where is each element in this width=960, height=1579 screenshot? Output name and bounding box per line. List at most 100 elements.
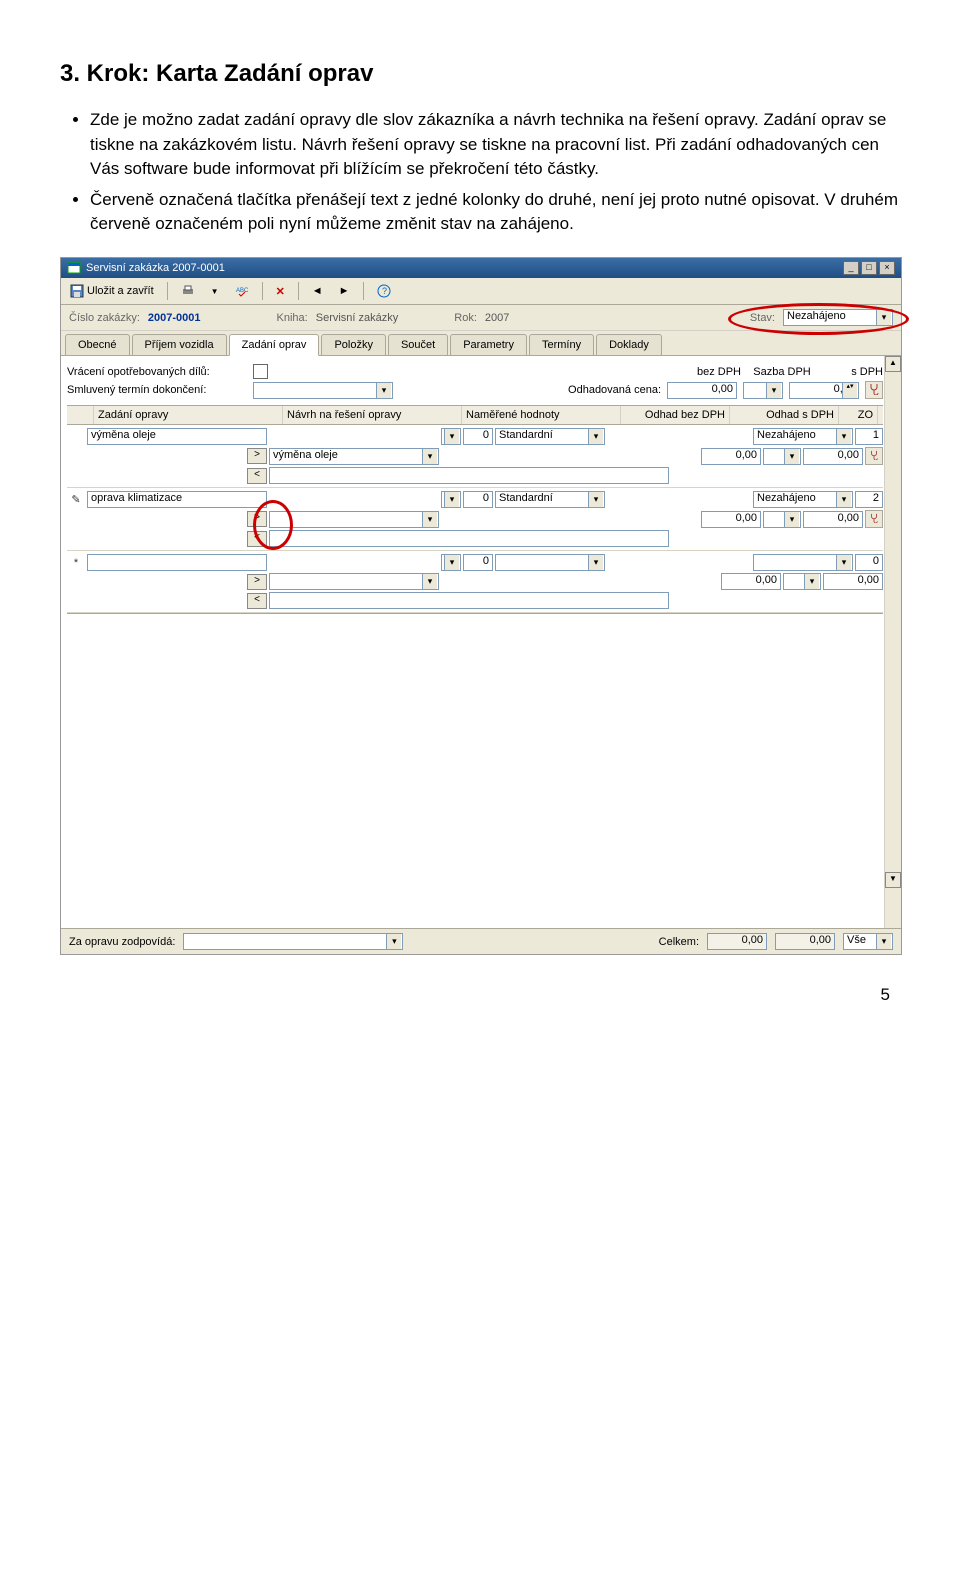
row-marker: ✎ xyxy=(67,493,85,506)
row-marker-new: * xyxy=(67,557,85,569)
namerene-num[interactable]: 0 xyxy=(463,491,493,508)
maximize-button[interactable]: □ xyxy=(861,261,877,275)
row-odhad-bez[interactable]: 0,00 xyxy=(701,511,761,528)
tab-soucet[interactable]: Součet xyxy=(388,334,448,355)
copy-right-button[interactable]: > xyxy=(247,448,267,464)
scroll-up-icon[interactable]: ▲ xyxy=(885,356,901,372)
toolbar-separator xyxy=(298,282,299,300)
row-status-dd[interactable] xyxy=(753,554,853,571)
tab-polozky[interactable]: Položky xyxy=(321,334,386,355)
copy-left-button[interactable]: < xyxy=(247,468,267,484)
navrh-extra-input[interactable] xyxy=(269,530,669,547)
vertical-scrollbar[interactable]: ▲ ▼ xyxy=(884,356,901,928)
navrh-input[interactable]: výměna oleje xyxy=(269,448,439,465)
namerene-num[interactable]: 0 xyxy=(463,428,493,445)
estimated-sazba[interactable]: 0 xyxy=(743,382,783,399)
namerene-select[interactable]: Standardní xyxy=(495,428,605,445)
zadani-input[interactable]: oprava klimatizace xyxy=(87,491,267,508)
app-icon xyxy=(67,261,81,275)
help-icon: ? xyxy=(377,284,391,298)
year-value: 2007 xyxy=(485,312,509,324)
col-odhad-s: Odhad s DPH xyxy=(730,406,839,424)
help-button[interactable]: ? xyxy=(372,281,396,301)
book-value: Servisní zakázky xyxy=(316,312,399,324)
zadani-input[interactable]: výměna oleje xyxy=(87,428,267,445)
navrh-input[interactable] xyxy=(269,511,439,528)
save-close-button[interactable]: Uložit a zavřít xyxy=(65,281,159,301)
navrh-extra-input[interactable] xyxy=(269,592,669,609)
row-odhad-s[interactable]: 0,00 xyxy=(823,573,883,590)
tab-prijem-vozidla[interactable]: Příjem vozidla xyxy=(132,334,227,355)
doc-bullet-list: Zde je možno zadat zadání opravy dle slo… xyxy=(90,108,900,237)
delete-button[interactable]: ✕ xyxy=(271,282,290,301)
return-parts-checkbox[interactable] xyxy=(253,364,268,379)
row-diag-button[interactable] xyxy=(865,447,883,465)
navrh-input[interactable] xyxy=(269,573,439,590)
minimize-button[interactable]: _ xyxy=(843,261,859,275)
namerene-select[interactable] xyxy=(495,554,605,571)
row-status-dd[interactable]: Nezahájeno xyxy=(753,491,853,508)
status-dropdown[interactable]: Nezahájeno xyxy=(783,309,893,326)
toolbar-separator xyxy=(167,282,168,300)
diagnostic-button[interactable] xyxy=(865,381,883,399)
chevron-down-icon: ▼ xyxy=(211,287,219,296)
x-icon: ✕ xyxy=(276,285,285,298)
tab-doklady[interactable]: Doklady xyxy=(596,334,662,355)
row-odhad-bez[interactable]: 0,00 xyxy=(701,448,761,465)
estimated-s-dph[interactable]: 0,00 xyxy=(789,382,859,399)
row-status-dd[interactable]: Nezahájeno xyxy=(753,428,853,445)
total-bez-dph: 0,00 xyxy=(707,933,767,950)
row-sazba[interactable]: 19 xyxy=(763,448,801,465)
row-odhad-s[interactable]: 0,00 xyxy=(803,448,863,465)
doc-bullet-2: Červeně označená tlačítka přenášejí text… xyxy=(90,188,900,237)
prev-button[interactable]: ◄ xyxy=(307,282,328,300)
print-icon xyxy=(181,284,195,298)
titlebar: Servisní zakázka 2007-0001 _ □ × xyxy=(61,258,901,278)
copy-left-button[interactable]: < xyxy=(247,531,267,547)
svg-text:?: ? xyxy=(382,286,387,296)
print-button[interactable] xyxy=(176,281,200,301)
grid-body: výměna oleje 0 Standardní Nezahájeno 1 >… xyxy=(67,425,883,614)
tab-parametry[interactable]: Parametry xyxy=(450,334,527,355)
row-zo[interactable]: 2 xyxy=(855,491,883,508)
disk-icon xyxy=(70,284,84,298)
stethoscope-icon xyxy=(869,450,879,463)
next-button[interactable]: ► xyxy=(334,282,355,300)
namerene-num[interactable]: 0 xyxy=(463,554,493,571)
row-sazba[interactable]: 19 xyxy=(763,511,801,528)
grid-header: Zadání opravy Návrh na řešení opravy Nam… xyxy=(67,405,883,425)
namerene-select[interactable]: Standardní xyxy=(495,491,605,508)
row-sazba[interactable] xyxy=(783,573,821,590)
spellcheck-button[interactable]: ABC xyxy=(230,281,254,301)
namerene-dd[interactable] xyxy=(441,491,461,508)
grid-row: výměna oleje 0 Standardní Nezahájeno 1 >… xyxy=(67,425,883,488)
col-zadani: Zadání opravy xyxy=(94,406,283,424)
print-dropdown[interactable]: ▼ xyxy=(206,284,224,299)
navrh-extra-input[interactable] xyxy=(269,467,669,484)
scroll-down-icon[interactable]: ▼ xyxy=(885,872,901,888)
row-odhad-s[interactable]: 0,00 xyxy=(803,511,863,528)
row-zo[interactable]: 0 xyxy=(855,554,883,571)
namerene-dd[interactable] xyxy=(441,554,461,571)
stethoscope-icon xyxy=(869,513,879,526)
close-button[interactable]: × xyxy=(879,261,895,275)
estimated-bez-dph[interactable]: 0,00 xyxy=(667,382,737,399)
tab-obecne[interactable]: Obecné xyxy=(65,334,130,355)
row-zo[interactable]: 1 xyxy=(855,428,883,445)
agreed-term-input[interactable] xyxy=(253,382,393,399)
copy-right-button[interactable]: > xyxy=(247,511,267,527)
tab-terminy[interactable]: Termíny xyxy=(529,334,594,355)
row-odhad-bez[interactable]: 0,00 xyxy=(721,573,781,590)
namerene-dd[interactable] xyxy=(441,428,461,445)
copy-right-button[interactable]: > xyxy=(247,574,267,590)
total-filter-dd[interactable]: Vše xyxy=(843,933,893,950)
responsible-input[interactable] xyxy=(183,933,403,950)
total-label: Celkem: xyxy=(659,936,699,948)
total-s-dph: 0,00 xyxy=(775,933,835,950)
row-diag-button[interactable] xyxy=(865,510,883,528)
zadani-input[interactable] xyxy=(87,554,267,571)
page-number: 5 xyxy=(60,985,900,1005)
copy-left-button[interactable]: < xyxy=(247,593,267,609)
tab-row: Obecné Příjem vozidla Zadání oprav Polož… xyxy=(61,331,901,356)
tab-zadani-oprav[interactable]: Zadání oprav xyxy=(229,334,320,356)
